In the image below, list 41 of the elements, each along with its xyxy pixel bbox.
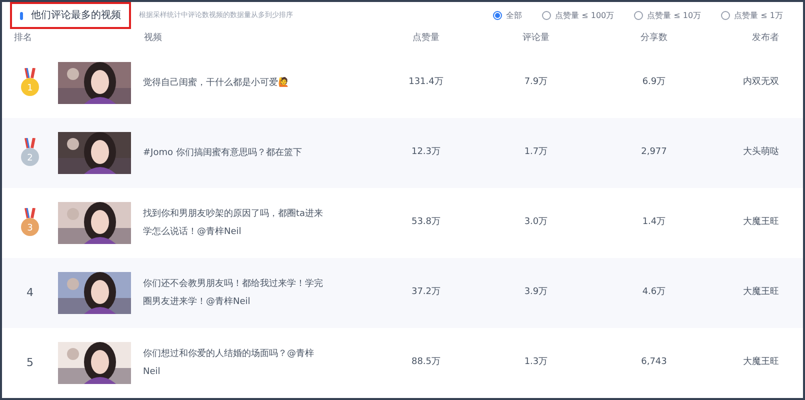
- filter-radio[interactable]: 点赞量 ≤ 10万: [634, 10, 702, 22]
- video-title: 你们想过和你爱的人结婚的场面吗？@青梓Neil: [143, 348, 315, 379]
- video-title: #Jomo 你们搞闺蜜有意思吗？都在篮下: [143, 146, 303, 160]
- filter-radio[interactable]: 全部: [493, 10, 522, 22]
- table-cell-text: 6.9万: [642, 76, 666, 90]
- video-title: 你们还不会教男朋友吗！都给我过来学！学完圈男友进来学！@青梓Neil: [143, 278, 324, 309]
- table-cell-text: 88.5万: [411, 356, 441, 370]
- table-cell-text: 3.0万: [524, 216, 548, 230]
- table-cell-text: 内双无双: [743, 76, 780, 90]
- table-row[interactable]: 2 #Jomo 你们搞闺蜜有意思吗？都在篮下 12.3万 1.7万 2,977 大头萌哒: [2, 118, 803, 188]
- table-cell-text: 131.4万: [408, 76, 444, 90]
- accent-bar-icon: [20, 12, 23, 20]
- table-cell-text: 2,977: [641, 146, 667, 160]
- column-header: 发布者: [752, 32, 780, 45]
- table-cell-text: 1.4万: [642, 216, 666, 230]
- table-cell-text: 7.9万: [524, 76, 548, 90]
- table-cell-text: 37.2万: [411, 286, 441, 300]
- filter-radio[interactable]: 点赞量 ≤ 100万: [542, 10, 614, 22]
- table-row[interactable]: 4 你们还不会教男朋友吗！都给我过来学！学完圈男友进来学！@青梓Neil 37.2万 3.9万 4.6万 大魔王旺: [2, 258, 803, 328]
- table-cell-text: 1.3万: [524, 356, 548, 370]
- filter-radio[interactable]: 点赞量 ≤ 1万: [721, 10, 783, 22]
- table-cell-text: 12.3万: [411, 146, 441, 160]
- column-header: 视频: [143, 32, 162, 45]
- column-header: 点赞量: [412, 32, 440, 45]
- column-header: 评论量: [522, 32, 550, 45]
- table-cell-text: 大魔王旺: [743, 286, 780, 300]
- rank-number: 4: [26, 284, 34, 301]
- column-header: 分享数: [640, 32, 668, 45]
- table-cell-text: 6,743: [641, 356, 667, 370]
- rank-number: 5: [26, 354, 34, 371]
- table-cell-text: 53.8万: [411, 216, 441, 230]
- title-text: 他们评论最多的视频: [31, 8, 121, 23]
- table-cell-text: 3.9万: [524, 286, 548, 300]
- table-cell-text: 4.6万: [642, 286, 666, 300]
- column-header: 排名: [13, 32, 32, 45]
- video-title: 找到你和男朋友吵架的原因了吗，都圈ta进来学怎么说话！@青梓Neil: [143, 208, 324, 239]
- table-cell-text: 大魔王旺: [743, 216, 780, 230]
- table-cell-text: 大魔王旺: [743, 356, 780, 370]
- table-cell-text: 1.7万: [524, 146, 548, 160]
- video-title: 觉得自己闺蜜，干什么都是小可爱🙋: [143, 76, 290, 90]
- table-cell-text: 大头萌哒: [743, 146, 780, 160]
